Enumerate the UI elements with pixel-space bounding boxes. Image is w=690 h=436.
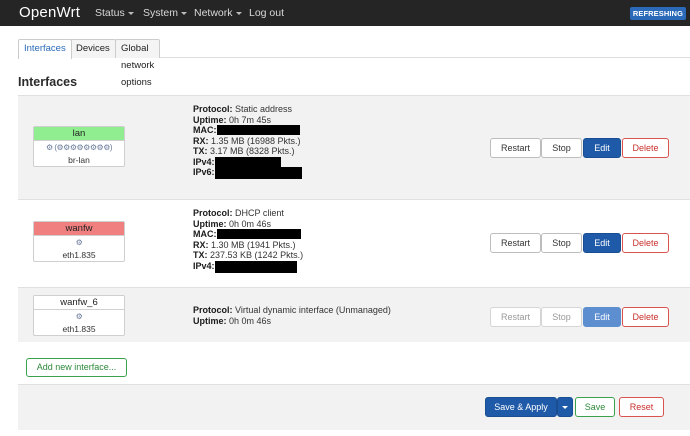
interface-info: Protocol: DHCP client Uptime: 0h 0m 46s …	[193, 208, 304, 273]
page-title: Interfaces	[18, 75, 78, 89]
device-name: eth1.835	[62, 250, 96, 260]
save-button[interactable]: Save	[575, 397, 615, 417]
interface-badge-wanfw-6: wanfw_6 ⚙ eth1.835	[33, 295, 125, 336]
edit-button[interactable]: Edit	[583, 307, 621, 327]
redacted-mac	[216, 229, 301, 239]
reset-button[interactable]: Reset	[619, 397, 664, 417]
menu-logout-label: Log out	[249, 7, 285, 19]
add-new-interface-button[interactable]: Add new interface...	[26, 358, 127, 377]
info-label: TX:	[193, 250, 208, 260]
menu-status[interactable]: Status	[95, 7, 134, 19]
interface-badge-lan: lan ⚙ (⚙⚙⚙⚙⚙⚙⚙⚙) br-lan	[33, 126, 125, 167]
info-label: IPv4:	[193, 156, 215, 167]
protocol-value: Virtual dynamic interface (Unmanaged)	[235, 305, 391, 315]
info-label: RX:	[193, 135, 209, 146]
rx-value: 1.35 MB (16988 Pkts.)	[211, 135, 301, 146]
interface-row-lan: lan ⚙ (⚙⚙⚙⚙⚙⚙⚙⚙) br-lan Protocol: Static…	[18, 95, 690, 199]
device-name: eth1.835	[62, 324, 96, 334]
info-label: TX:	[193, 146, 208, 156]
stop-button[interactable]: Stop	[541, 233, 582, 253]
info-label: Protocol:	[193, 305, 233, 315]
port-icons: ⚙ (⚙⚙⚙⚙⚙⚙⚙⚙)	[45, 143, 113, 152]
interface-name: wanfw	[34, 222, 124, 236]
redacted-ipv6	[214, 167, 302, 179]
restart-button[interactable]: Restart	[490, 307, 541, 327]
caret-down-icon	[235, 11, 242, 15]
edit-button[interactable]: Edit	[583, 138, 621, 158]
info-label: Uptime:	[193, 315, 227, 326]
menu-network-label: Network	[194, 7, 233, 19]
port-icon: ⚙	[75, 312, 83, 321]
port-icon: ⚙	[75, 238, 83, 247]
uptime-value: 0h 0m 46s	[229, 218, 272, 229]
tx-value: 237.53 KB (1242 Pkts.)	[210, 250, 304, 260]
delete-button[interactable]: Delete	[622, 138, 669, 158]
info-label: Protocol:	[193, 208, 233, 218]
redacted-mac	[216, 125, 300, 135]
stop-button[interactable]: Stop	[541, 307, 582, 327]
menu-status-label: Status	[95, 7, 125, 19]
tab-devices[interactable]: Devices	[70, 39, 116, 58]
info-label: RX:	[193, 239, 209, 250]
interface-badge-wanfw: wanfw ⚙ eth1.835	[33, 221, 125, 262]
interface-info: Protocol: Static address Uptime: 0h 7m 4…	[193, 104, 302, 179]
delete-button[interactable]: Delete	[622, 233, 669, 253]
redacted-ipv4	[214, 260, 297, 273]
interface-row-wanfw: wanfw ⚙ eth1.835 Protocol: DHCP client U…	[18, 199, 690, 287]
caret-down-icon	[181, 11, 188, 15]
rx-value: 1.30 MB (1941 Pkts.)	[211, 239, 296, 250]
protocol-value: DHCP client	[235, 208, 284, 218]
footer-actions: Save & Apply Save Reset	[18, 384, 690, 430]
tab-global-network-options[interactable]: Global network options	[115, 39, 161, 88]
info-label: Uptime:	[193, 218, 227, 229]
stop-button[interactable]: Stop	[541, 138, 582, 158]
menu-system[interactable]: System	[143, 7, 188, 19]
protocol-value: Static address	[235, 104, 293, 114]
interface-name: wanfw_6	[34, 296, 124, 310]
uptime-value: 0h 0m 46s	[229, 315, 272, 326]
refreshing-badge[interactable]: REFRESHING	[629, 7, 686, 20]
restart-button[interactable]: Restart	[490, 233, 541, 253]
top-navbar: OpenWrt Status System Network Log out RE…	[0, 0, 690, 26]
save-and-apply-button[interactable]: Save & Apply	[485, 397, 557, 417]
uptime-value: 0h 7m 45s	[229, 114, 272, 125]
edit-button[interactable]: Edit	[583, 233, 621, 253]
caret-down-icon	[562, 406, 568, 410]
info-label: MAC:	[193, 229, 217, 239]
brand-logo[interactable]: OpenWrt	[19, 4, 80, 21]
interface-row-wanfw-6: wanfw_6 ⚙ eth1.835 Protocol: Virtual dyn…	[18, 287, 690, 342]
menu-network[interactable]: Network	[194, 7, 242, 19]
tx-value: 3.17 MB (8328 Pkts.)	[210, 146, 295, 156]
restart-button[interactable]: Restart	[490, 138, 541, 158]
info-label: IPv6:	[193, 167, 215, 177]
info-label: Uptime:	[193, 114, 227, 125]
interface-name: lan	[34, 127, 124, 141]
caret-down-icon	[127, 11, 134, 15]
tab-interfaces[interactable]: Interfaces	[18, 39, 72, 59]
info-label: IPv4:	[193, 260, 215, 271]
delete-button[interactable]: Delete	[622, 307, 669, 327]
info-label: MAC:	[193, 125, 217, 135]
info-label: Protocol:	[193, 104, 233, 114]
save-apply-dropdown[interactable]	[557, 397, 573, 417]
menu-logout[interactable]: Log out	[249, 7, 284, 19]
device-name: br-lan	[68, 155, 90, 165]
menu-system-label: System	[143, 7, 179, 19]
interface-info: Protocol: Virtual dynamic interface (Unm…	[193, 305, 391, 326]
